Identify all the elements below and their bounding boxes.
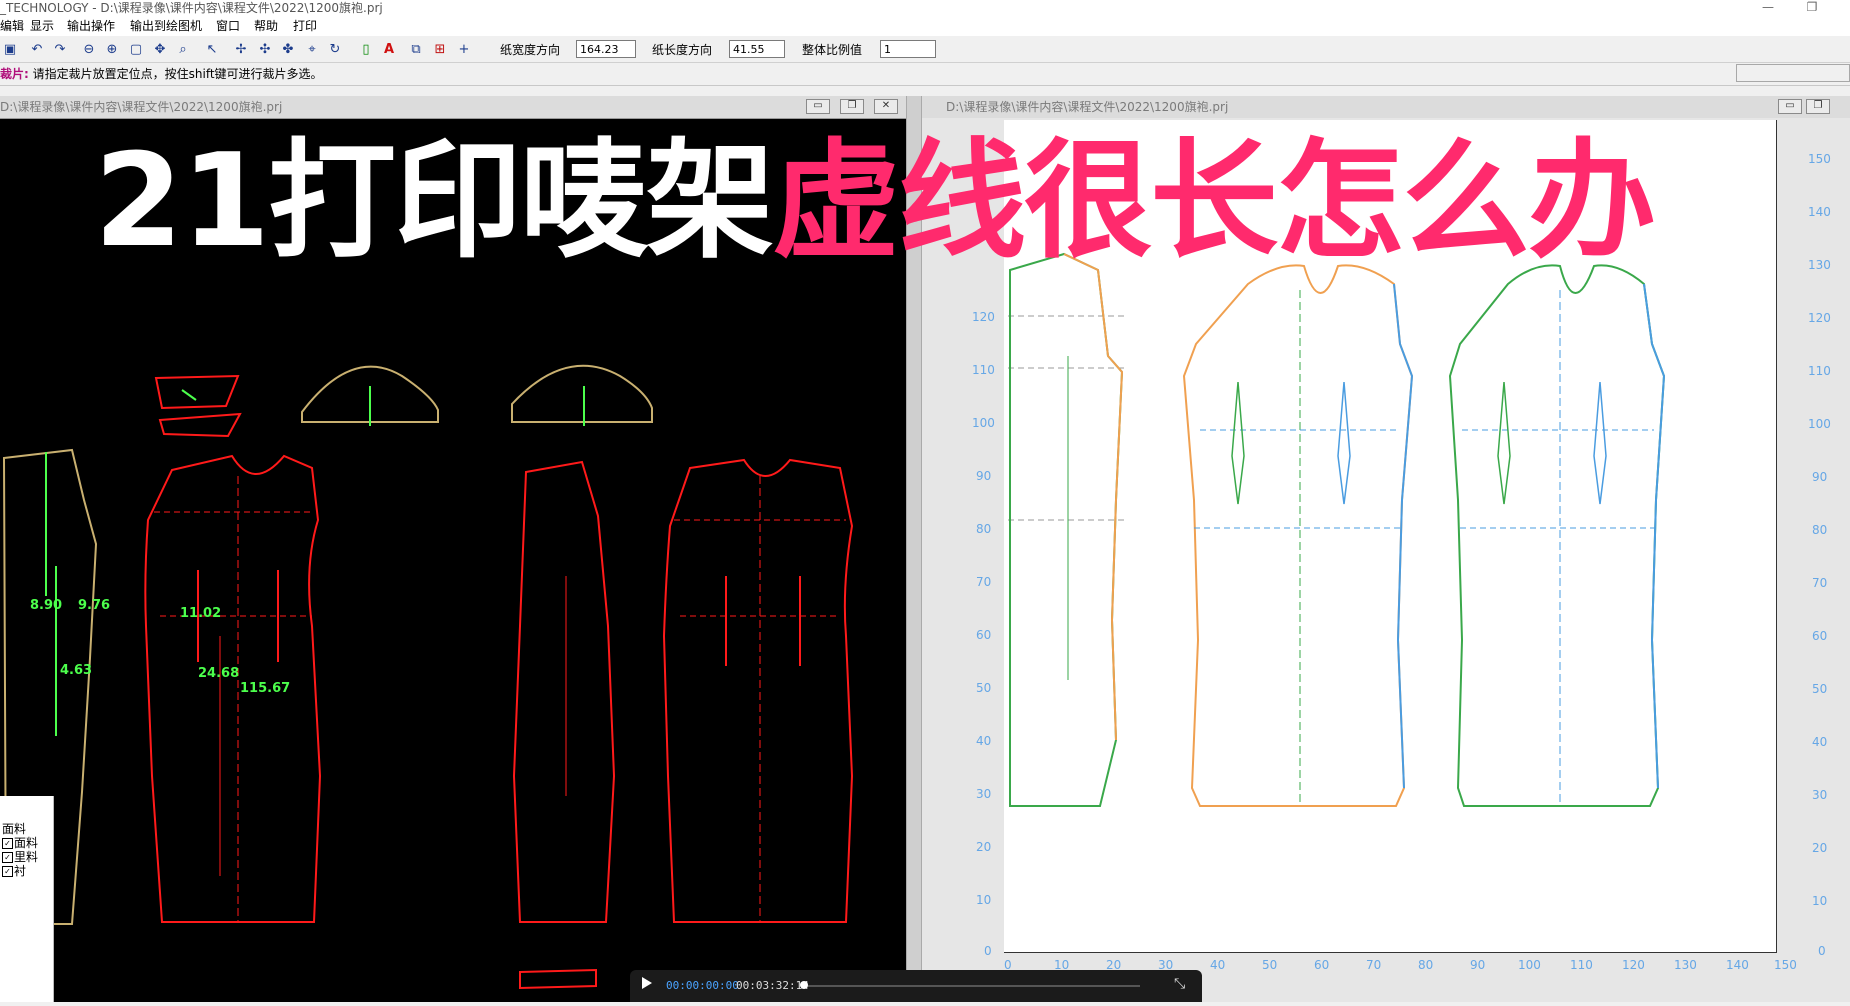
legend-title: 面料 [2,822,27,836]
paper-width-input[interactable]: 164.23 [576,40,636,58]
right-pane-maximize-button[interactable]: ❐ [1806,99,1830,114]
paper-length-input[interactable]: 41.55 [729,40,785,58]
legend-item[interactable]: ✓ 面料 [0,836,53,850]
text-icon[interactable]: A [380,41,398,59]
measure-label: 4.63 [60,663,92,678]
left-pane-maximize-button[interactable]: ❐ [840,99,864,114]
redo-icon[interactable]: ↷ [51,41,69,59]
paper-length-label: 纸长度方向 [652,43,713,57]
crosshair-icon[interactable]: + [455,41,473,59]
menu-output-plotter[interactable]: 输出到绘图机 [130,18,202,34]
paper-width-label: 纸宽度方向 [500,43,561,57]
move-piece-icon[interactable]: ✢ [232,41,250,59]
fabric-legend: 面料 ✓ 面料 ✓ 里料 ✓ 衬 [0,796,54,1002]
play-icon[interactable] [642,977,652,989]
legend-item[interactable]: ✓ 里料 [0,850,53,864]
back-side-piece [512,460,616,923]
window-title-bar: _TECHNOLOGY - D:\课程录像\课件内容\课程文件\2022\120… [0,0,1850,16]
front-body-piece [144,454,322,923]
left-pane-minimize-button[interactable]: ▭ [806,99,830,114]
video-headline: 21打印唛架虚线很长怎么办 [94,132,1656,272]
flip-piece-icon[interactable]: ✤ [279,41,297,59]
restore-button[interactable]: ❐ [1792,0,1832,16]
save-icon[interactable]: ▣ [1,41,19,59]
status-label: 裁片: [0,67,29,81]
copy-piece-icon[interactable]: ⧉ [407,41,425,59]
menu-window[interactable]: 窗口 [216,18,240,34]
undo-icon[interactable]: ↶ [28,41,46,59]
grid-icon[interactable]: ⊞ [431,41,449,59]
menu-print[interactable]: 打印 [293,18,317,34]
legend-item[interactable]: ✓ 衬 [0,864,53,878]
status-message: 请指定裁片放置定位点，按住shift键可进行裁片多选。 [32,67,323,81]
minimize-button[interactable]: — [1748,0,1788,16]
measure-label: 11.02 [180,606,221,621]
video-total-time: 00:03:32:14 [736,979,809,992]
measure-label: 24.68 [198,666,239,681]
zoom-in-icon[interactable]: ⊕ [103,41,121,59]
measure-label: 9.76 [78,598,110,613]
pan-icon[interactable]: ✥ [151,41,169,59]
fit-window-icon[interactable]: ▢ [127,41,145,59]
preview-piece-back [1448,264,1666,807]
scale-input[interactable]: 1 [880,40,936,58]
menu-display[interactable]: 显示 [30,18,54,34]
video-progress-handle[interactable] [800,981,808,989]
zoom-area-icon[interactable]: ⌕ [174,41,192,59]
rotate-piece-icon[interactable]: ✣ [256,41,274,59]
menu-help[interactable]: 帮助 [254,18,278,34]
right-pane-title-bar: D:\课程录像\课件内容\课程文件\2022\1200旗袍.prj ▭ ❐ [922,96,1850,119]
reset-piece-icon[interactable]: ↻ [326,41,344,59]
measure-label: 115.67 [240,681,290,696]
menu-bar: 编辑 显示 输出操作 输出到绘图机 窗口 帮助 打印 [0,16,1850,36]
measure-label: 8.90 [30,598,62,613]
status-field [1736,64,1850,82]
video-controls: 00:00:00:00 00:03:32:14 ⤡ [630,970,1202,1002]
left-pane-title-bar: D:\课程录像\课件内容\课程文件\2022\1200旗袍.prj ▭ ❐ ✕ [0,96,906,119]
sleeve-piece [511,364,653,423]
toolbar: ▣ ↶ ↷ ⊖ ⊕ ▢ ✥ ⌕ ↖ ✢ ✣ ✤ ⌖ ↻ ▯ A ⧉ ⊞ + 纸宽… [0,38,1850,63]
headline-pink: 虚线很长怎么办 [772,127,1656,276]
back-body-piece [662,458,854,923]
align-piece-icon[interactable]: ⌖ [303,41,321,59]
checkbox-icon[interactable]: ✓ [2,838,13,849]
scale-label: 整体比例值 [802,43,863,57]
window-title: _TECHNOLOGY - D:\课程录像\课件内容\课程文件\2022\120… [0,1,383,15]
collar-piece [154,374,240,410]
checkbox-icon[interactable]: ✓ [2,866,13,877]
checkbox-icon[interactable]: ✓ [2,852,13,863]
select-icon[interactable]: ↖ [203,41,221,59]
left-pane-close-button[interactable]: ✕ [874,99,898,114]
page-icon[interactable]: ▯ [357,41,375,59]
status-line: 裁片: 请指定裁片放置定位点，按住shift键可进行裁片多选。 [0,63,1850,86]
menu-output[interactable]: 输出操作 [67,18,115,34]
fullscreen-icon[interactable]: ⤡ [1174,976,1185,992]
left-pane-title: D:\课程录像\课件内容\课程文件\2022\1200旗袍.prj [0,100,283,114]
preview-piece-front [1182,264,1414,807]
right-pane-title: D:\课程录像\课件内容\课程文件\2022\1200旗袍.prj [946,100,1229,114]
menu-edit[interactable]: 编辑 [0,18,24,34]
video-progress-track[interactable] [804,985,1140,987]
headline-white: 21打印唛架 [94,127,774,276]
collar-piece [158,412,242,438]
zoom-out-icon[interactable]: ⊖ [80,41,98,59]
video-current-time: 00:00:00:00 [666,979,739,992]
right-pane-minimize-button[interactable]: ▭ [1778,99,1802,114]
